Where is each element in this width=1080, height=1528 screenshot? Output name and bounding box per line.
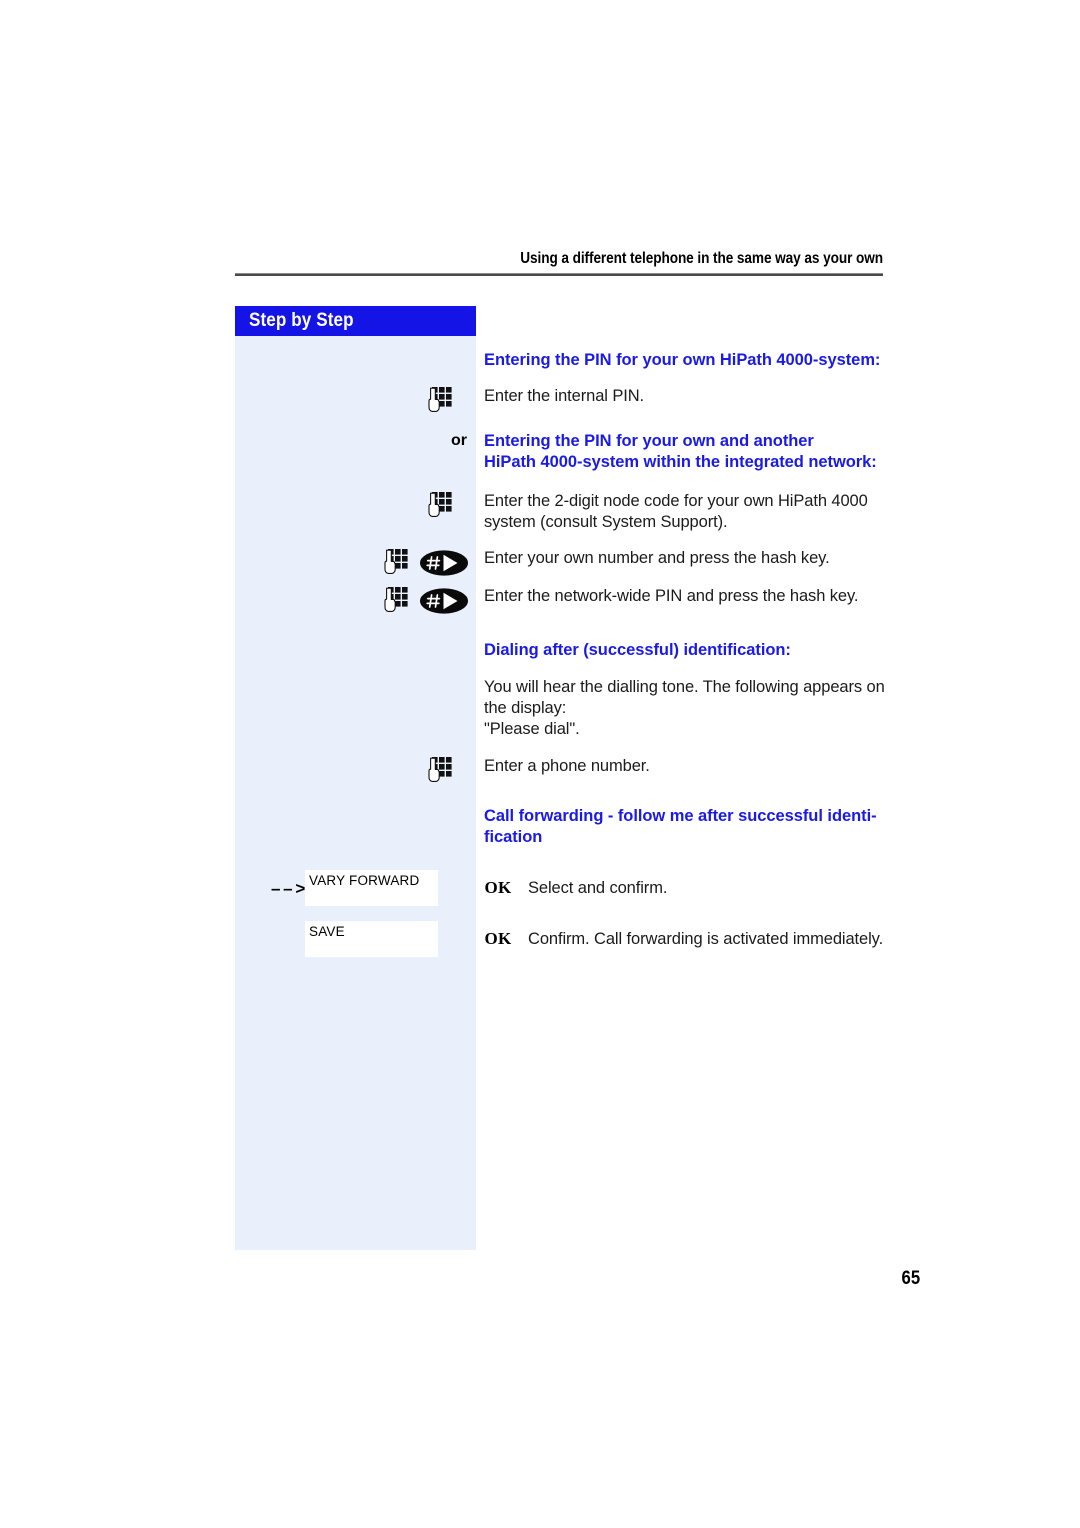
instruction-body: Enter a phone number.	[476, 756, 885, 777]
heading-dialing-after-identification: Dialing after (successful) identificatio…	[484, 640, 791, 659]
instruction-row: Enter the internal PIN.	[235, 371, 885, 416]
softkey-gutter: – – > SAVE	[235, 921, 476, 958]
softkey-row-save[interactable]: – – > SAVE OK Confirm. Call forwarding i…	[235, 906, 885, 958]
header-rule	[235, 273, 883, 277]
softkey-gutter: – – > VARY FORWARD	[235, 870, 476, 907]
icon-slot	[384, 586, 484, 616]
section-body: Entering the PIN for your own HiPath 400…	[476, 350, 885, 371]
step-by-step-bar: Step by Step	[235, 306, 476, 336]
section-heading-row: Call forwarding - follow me after succes…	[235, 786, 885, 848]
content-column: Entering the PIN for your own HiPath 400…	[235, 336, 885, 958]
instruction-body: Enter your own number and press the hash…	[476, 548, 885, 569]
running-header: Using a different telephone in the same …	[235, 250, 883, 277]
keypad-icon	[428, 387, 452, 413]
softkey-label-vary-forward: VARY FORWARD	[309, 873, 420, 889]
manual-page: Using a different telephone in the same …	[0, 0, 1080, 1528]
instruction-row: Enter the network-wide PIN and press the…	[235, 578, 885, 616]
keypad-icon	[384, 586, 408, 612]
section-body: Entering the PIN for your own and anothe…	[476, 431, 885, 473]
keypad-icon	[428, 756, 452, 782]
icon-slot	[428, 491, 484, 521]
paragraph-body: You will hear the dialling tone. The fol…	[476, 677, 885, 740]
keypad-icon	[384, 548, 408, 574]
running-header-title: Using a different telephone in the same …	[520, 250, 883, 267]
softkey-row-vary-forward[interactable]: – – > VARY FORWARD OK Select and confirm…	[235, 848, 885, 907]
hash-key-icon	[420, 549, 468, 576]
instruction-body: Enter the 2-digit node code for your own…	[476, 491, 885, 533]
section-heading-row: Entering the PIN for your own HiPath 400…	[235, 336, 885, 371]
section-heading-or-row: or Entering the PIN for your own and ano…	[235, 416, 885, 473]
section-body: Call forwarding - follow me after succes…	[476, 806, 885, 848]
softkey-description-vary-forward: Select and confirm.	[528, 878, 668, 897]
gutter: or	[235, 431, 476, 451]
heading-call-forwarding-follow-me: Call forwarding - follow me after succes…	[484, 806, 877, 847]
step-by-step-label: Step by Step	[249, 310, 354, 331]
gutter	[235, 756, 476, 786]
instruction-body: Enter the internal PIN.	[476, 386, 885, 407]
softkey-label-save: SAVE	[309, 924, 345, 940]
gutter	[235, 586, 476, 616]
page-number: 65	[901, 1268, 920, 1289]
icon-slot	[428, 756, 484, 786]
gutter	[235, 548, 476, 578]
instruction-row: Enter a phone number.	[235, 740, 885, 786]
instruction-text-own-number: Enter your own number and press the hash…	[484, 548, 830, 567]
heading-entering-pin-own: Entering the PIN for your own HiPath 400…	[484, 351, 881, 369]
icon-slot	[428, 386, 484, 416]
hash-key-icon	[420, 587, 468, 614]
instruction-body: Enter the network-wide PIN and press the…	[476, 586, 885, 607]
instruction-row: Enter your own number and press the hash…	[235, 534, 885, 578]
icon-slot	[384, 548, 484, 578]
heading-entering-pin-network: Entering the PIN for your own and anothe…	[484, 432, 877, 472]
instruction-text-network-pin: Enter the network-wide PIN and press the…	[484, 586, 859, 605]
gutter	[235, 386, 476, 416]
ok-button-save[interactable]: OK	[476, 929, 520, 949]
paragraph-row: You will hear the dialling tone. The fol…	[235, 661, 885, 740]
instruction-text-internal-pin: Enter the internal PIN.	[484, 387, 645, 406]
select-arrow-icon: – – >	[271, 878, 305, 898]
instruction-text-node-code: Enter the 2-digit node code for your own…	[484, 492, 868, 532]
section-body: Dialing after (successful) identificatio…	[476, 640, 885, 661]
paragraph-dialling-tone: You will hear the dialling tone. The fol…	[484, 677, 885, 738]
softkey-description-save: Confirm. Call forwarding is activated im…	[528, 929, 884, 948]
section-heading-row: Dialing after (successful) identificatio…	[235, 616, 885, 661]
ok-button-vary-forward[interactable]: OK	[476, 878, 520, 898]
instruction-row: Enter the 2-digit node code for your own…	[235, 473, 885, 533]
gutter	[235, 491, 476, 521]
instruction-text-phone-number: Enter a phone number.	[484, 756, 650, 775]
keypad-icon	[428, 492, 452, 518]
softkey-button-save[interactable]: SAVE	[305, 921, 438, 958]
softkey-button-vary-forward[interactable]: VARY FORWARD	[305, 870, 438, 907]
or-label: or	[451, 432, 467, 450]
